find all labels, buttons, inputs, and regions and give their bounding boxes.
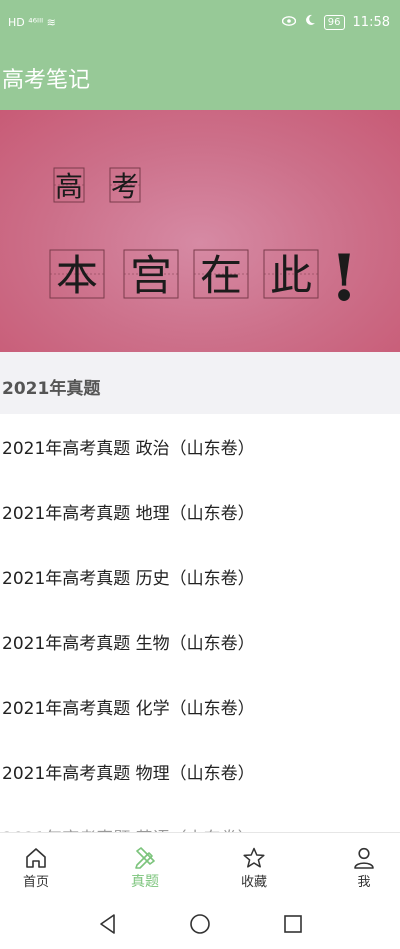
section-title: 2021年真题 [2, 379, 101, 399]
list-item[interactable]: 2021年高考真题 物理（山东卷） [0, 739, 400, 804]
tab-label-me: 我 [357, 875, 371, 890]
clock: 11:58 [352, 14, 390, 30]
banner-char: 此 [270, 251, 312, 300]
banner-char: 在 [200, 251, 242, 300]
back-button[interactable] [96, 912, 120, 936]
app-bar: 高考笔记 [0, 48, 400, 110]
tab-me[interactable]: 我 [324, 833, 400, 895]
app-title: 高考笔记 [2, 68, 91, 93]
list-item[interactable]: 2021年高考真题 政治（山东卷） [0, 414, 400, 479]
star-icon [243, 847, 265, 868]
section-header: 2021年真题 [0, 352, 400, 414]
status-icons-left: HD ⁴⁶ᴵᴵᴵ ≋ [8, 16, 56, 29]
banner-char: 宫 [130, 251, 172, 300]
banner-graphic: 高 考 本 宫 在 此 ! [49, 167, 358, 316]
banner-char: 高 [55, 170, 83, 203]
banner-char: 本 [56, 251, 98, 300]
banner-mark: ! [330, 241, 358, 316]
banner-char: 考 [111, 170, 139, 203]
signal-indicators: HD ⁴⁶ᴵᴵᴵ ≋ [8, 16, 56, 29]
tab-label-home: 首页 [22, 875, 49, 890]
list-item[interactable]: 2021年高考真题 生物（山东卷） [0, 609, 400, 674]
person-icon [354, 847, 374, 869]
battery-indicator: 96 [323, 14, 345, 30]
moon-icon [304, 14, 316, 30]
recents-button[interactable] [281, 912, 305, 936]
status-icons-right: 96 11:58 [281, 14, 390, 30]
home-nav-button[interactable] [188, 912, 212, 936]
list-item[interactable]: 2021年高考真题 化学（山东卷） [0, 674, 400, 739]
tab-home[interactable]: 首页 [0, 833, 76, 895]
exam-list: 2021年高考真题 政治（山东卷） 2021年高考真题 地理（山东卷） 2021… [0, 414, 400, 832]
pencil-ruler-icon [135, 847, 155, 869]
square-icon [284, 915, 302, 933]
system-nav-bar [0, 894, 400, 949]
list-item[interactable]: 2021年高考真题 历史（山东卷） [0, 544, 400, 609]
tab-label-favorites: 收藏 [240, 875, 267, 890]
bottom-tab-bar: 首页 真题 收藏 我 [0, 832, 400, 895]
banner-image: 高 考 本 宫 在 此 ! [0, 110, 400, 352]
circle-icon [190, 914, 210, 934]
back-triangle-icon [100, 914, 115, 934]
list-item[interactable]: 2021年高考真题 英语（山东卷） [0, 804, 400, 832]
tab-exams[interactable]: 真题 [105, 833, 185, 895]
list-item[interactable]: 2021年高考真题 地理（山东卷） [0, 479, 400, 544]
eye-icon [281, 15, 296, 30]
tab-favorites[interactable]: 收藏 [214, 833, 294, 895]
home-icon [26, 848, 46, 868]
status-bar: HD ⁴⁶ᴵᴵᴵ ≋ 96 11:58 [0, 0, 400, 48]
tab-label-exams: 真题 [131, 874, 159, 890]
